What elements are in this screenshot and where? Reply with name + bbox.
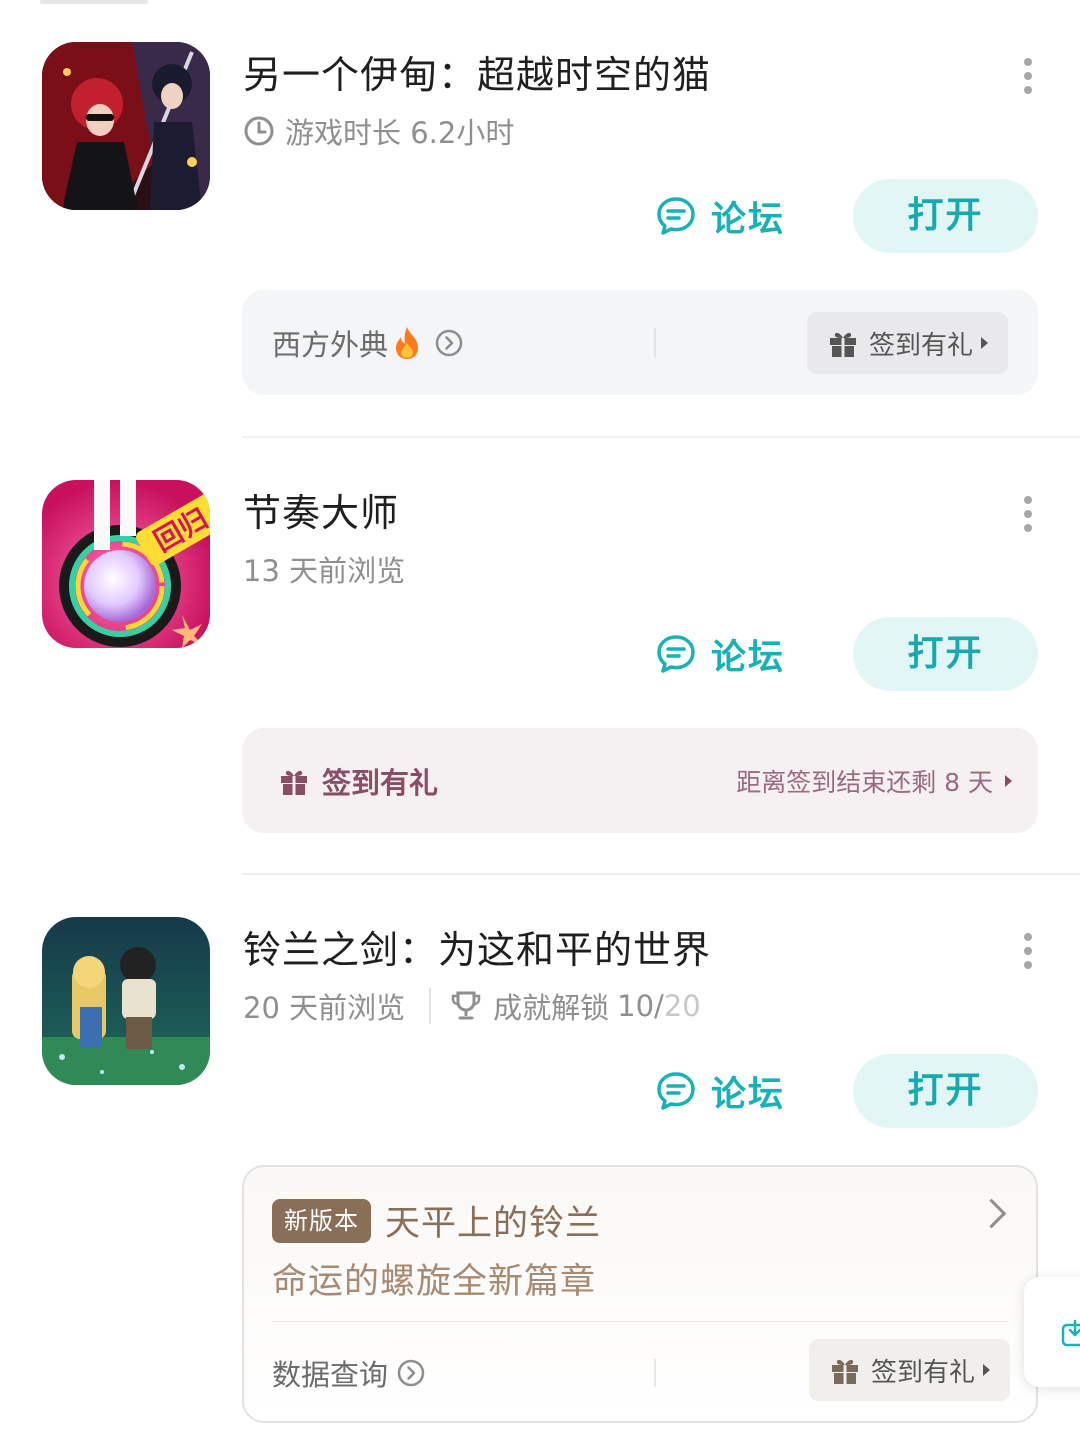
game-subtitle: 13 天前浏览 xyxy=(243,548,405,590)
chat-bubble-icon xyxy=(657,1072,695,1110)
tag-link[interactable]: 西方外典 xyxy=(272,290,464,395)
forum-label: 论坛 xyxy=(711,1074,786,1115)
game-title[interactable]: 铃兰之剑：为这和平的世界 xyxy=(243,919,711,974)
gift-icon xyxy=(831,1359,858,1384)
gift-icon xyxy=(829,332,856,357)
more-options-icon[interactable] xyxy=(1018,58,1038,98)
download-icon xyxy=(1061,1319,1080,1347)
sign-in-panel[interactable]: 签到有礼 距离签到结束还剩 8 天 xyxy=(242,728,1038,833)
open-button[interactable]: 打开 xyxy=(853,1054,1038,1128)
play-arrow-icon xyxy=(983,1364,990,1376)
subtitle-separator xyxy=(429,988,432,1024)
fire-icon xyxy=(396,326,419,359)
clock-icon xyxy=(244,116,274,146)
sign-in-label: 签到有礼 xyxy=(870,1357,975,1388)
sign-in-remaining: 距离签到结束还剩 8 天 xyxy=(736,728,1012,833)
achievement-done: 10/ xyxy=(617,989,664,1023)
game-title[interactable]: 节奏大师 xyxy=(243,482,399,537)
game-title[interactable]: 另一个伊甸：超越时空的猫 xyxy=(243,44,711,99)
open-button[interactable]: 打开 xyxy=(853,179,1038,253)
open-button[interactable]: 打开 xyxy=(853,617,1038,691)
sign-in-gift-button[interactable]: 签到有礼 xyxy=(807,312,1008,374)
forum-label: 论坛 xyxy=(711,637,786,678)
game-icon-another-eden[interactable] xyxy=(42,42,210,210)
last-viewed-text: 13 天前浏览 xyxy=(243,554,406,588)
game-icon-rhythm-master[interactable]: 回归 xyxy=(42,480,210,648)
sign-in-title: 签到有礼 xyxy=(278,728,438,833)
game-subtitle: 20 天前浏览 成就解锁 10/20 xyxy=(243,985,701,1027)
gift-icon xyxy=(281,770,307,795)
new-version-card[interactable]: 新版本 天平上的铃兰 命运的螺旋全新篇章 数据查询 签到有礼 xyxy=(242,1165,1038,1423)
chat-bubble-icon xyxy=(657,635,695,673)
list-divider xyxy=(242,436,1080,438)
version-title: 天平上的铃兰 xyxy=(385,1204,602,1244)
top-tab-indicator xyxy=(40,0,148,4)
more-options-icon[interactable] xyxy=(1018,496,1038,536)
list-divider xyxy=(242,873,1080,875)
remaining-text: 距离签到结束还剩 8 天 xyxy=(736,767,993,797)
play-arrow-icon xyxy=(981,337,988,349)
arrow-circle-icon xyxy=(435,329,463,356)
card-vertical-divider xyxy=(654,1359,656,1387)
info-panel: 西方外典 签到有礼 xyxy=(242,290,1038,395)
sign-in-gift-button[interactable]: 签到有礼 xyxy=(809,1339,1010,1401)
trophy-icon xyxy=(451,991,481,1020)
data-query-link[interactable]: 数据查询 xyxy=(272,1325,426,1421)
version-subtitle: 命运的螺旋全新篇章 xyxy=(272,1262,597,1302)
play-arrow-icon xyxy=(1005,774,1012,787)
forum-button[interactable]: 论坛 xyxy=(655,1067,785,1115)
new-version-badge: 新版本 xyxy=(272,1199,371,1243)
floating-download-button[interactable] xyxy=(1024,1277,1080,1387)
chevron-right-icon[interactable] xyxy=(976,1198,1007,1229)
data-query-text: 数据查询 xyxy=(272,1358,389,1392)
play-time-text: 游戏时长 6.2小时 xyxy=(285,116,515,150)
card-divider xyxy=(272,1321,1008,1322)
last-viewed-text: 20 天前浏览 xyxy=(243,991,406,1025)
arrow-circle-icon xyxy=(397,1359,425,1387)
chat-bubble-icon xyxy=(657,197,695,235)
forum-button[interactable]: 论坛 xyxy=(655,192,785,240)
achievement-total: 20 xyxy=(663,989,701,1023)
tag-text: 西方外典 xyxy=(272,327,389,362)
forum-button[interactable]: 论坛 xyxy=(655,630,785,678)
achievement-label: 成就解锁 xyxy=(493,991,610,1025)
game-subtitle: 游戏时长 6.2小时 xyxy=(243,110,514,152)
more-options-icon[interactable] xyxy=(1018,933,1038,973)
forum-label: 论坛 xyxy=(711,199,786,240)
sign-in-label: 签到有礼 xyxy=(322,765,439,800)
panel-divider xyxy=(654,328,656,358)
game-icon-sword-of-convallaria[interactable] xyxy=(42,917,210,1085)
sign-in-label: 签到有礼 xyxy=(868,330,973,361)
